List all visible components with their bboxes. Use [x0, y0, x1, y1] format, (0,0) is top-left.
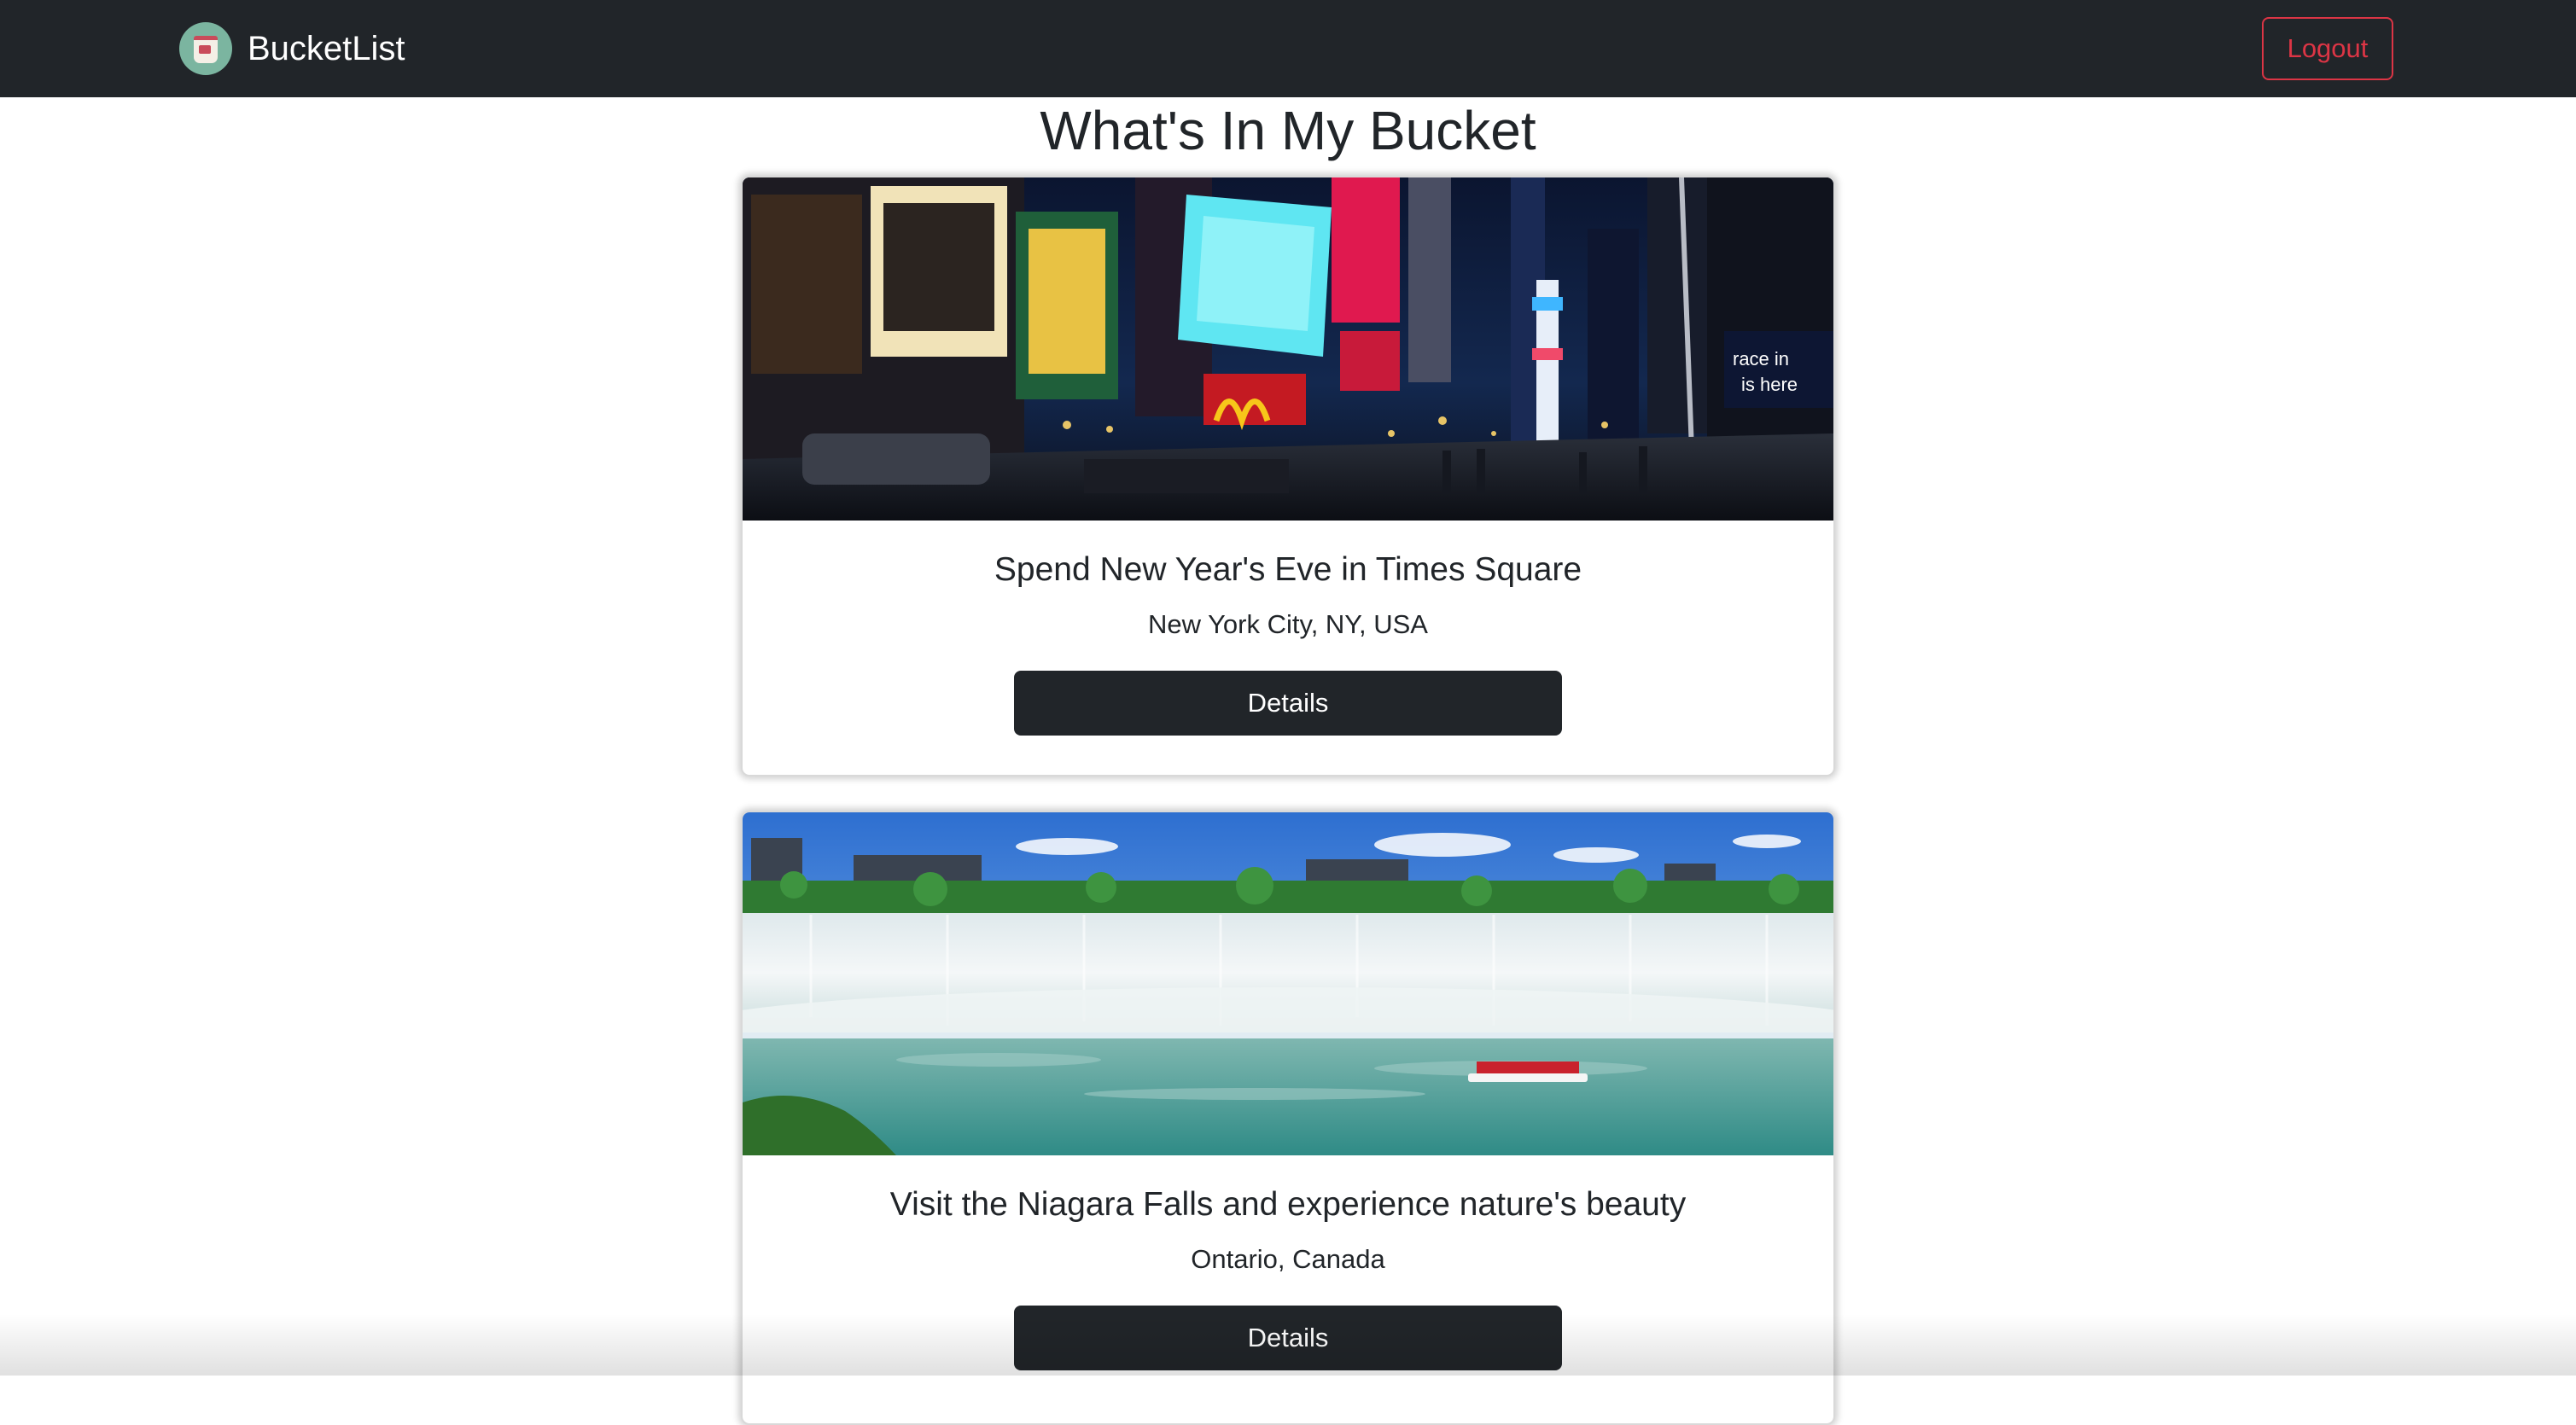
- page-title: What's In My Bucket: [1040, 100, 1536, 161]
- card-location: Ontario, Canada: [1191, 1244, 1385, 1274]
- logout-button[interactable]: Logout: [2262, 17, 2393, 80]
- bucket-card: race in is here Spend New Year's Eve in …: [741, 176, 1835, 776]
- details-button[interactable]: Details: [1014, 671, 1562, 736]
- bucket-logo-icon: [179, 22, 232, 75]
- times-square-photo: race in is here: [743, 177, 1833, 521]
- card-title: Spend New Year's Eve in Times Square: [994, 551, 1582, 588]
- brand-link[interactable]: BucketList: [179, 22, 405, 75]
- svg-text:is here: is here: [1741, 374, 1798, 395]
- card-title: Visit the Niagara Falls and experience n…: [889, 1186, 1687, 1223]
- card-location: New York City, NY, USA: [1148, 609, 1428, 639]
- niagara-falls-photo: [743, 812, 1833, 1155]
- bucket-card: Visit the Niagara Falls and experience n…: [741, 811, 1835, 1425]
- navbar: BucketList Logout: [0, 0, 2576, 97]
- details-button[interactable]: Details: [1014, 1306, 1562, 1370]
- brand-name: BucketList: [248, 30, 405, 67]
- svg-text:race in: race in: [1733, 348, 1789, 369]
